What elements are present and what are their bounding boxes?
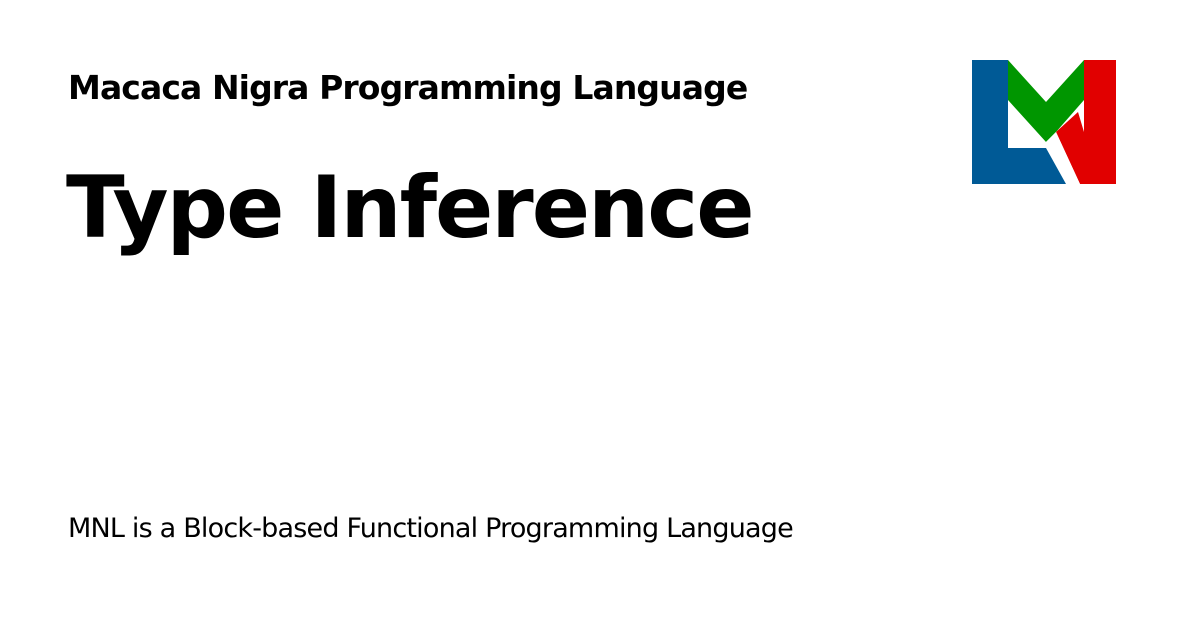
tagline: MNL is a Block-based Functional Programm… (68, 513, 794, 544)
site-name: Macaca Nigra Programming Language (68, 68, 748, 107)
social-card: Macaca Nigra Programming Language Type I… (0, 0, 1200, 630)
mnl-logo-icon (972, 60, 1116, 184)
page-title: Type Inference (66, 158, 755, 258)
